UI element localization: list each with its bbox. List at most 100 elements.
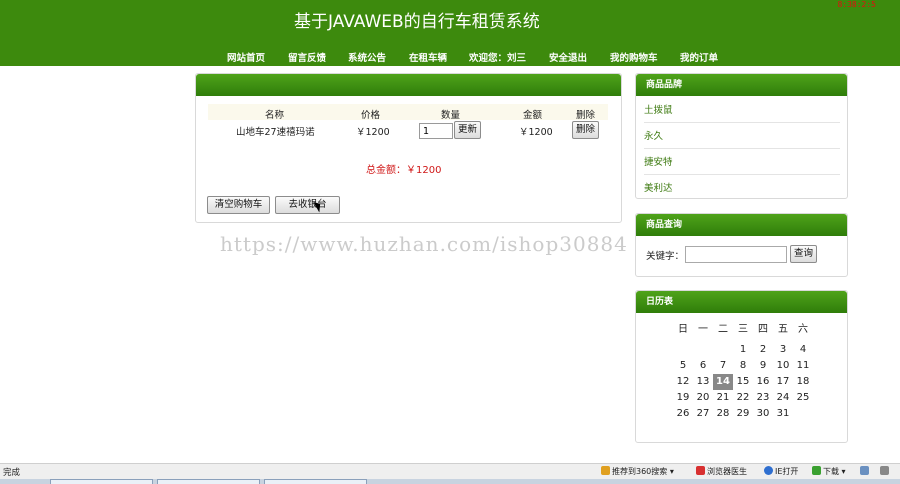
taskbar-button[interactable] <box>157 479 260 484</box>
site-header: 基于JAVAWEB的自行车租赁系统 8:38:2:5 网站首页 留言反馈 系统公… <box>0 0 900 66</box>
thumb-icon <box>601 466 610 475</box>
status-item-label: 下载 <box>823 467 839 476</box>
nav-welcome-user[interactable]: 欢迎您：刘三 <box>469 50 526 64</box>
calendar-day[interactable]: 26 <box>673 406 693 422</box>
calendar-day[interactable]: 24 <box>773 390 793 406</box>
calendar-day[interactable]: 23 <box>753 390 773 406</box>
status-item-label: 推荐到360搜索 <box>612 467 668 476</box>
status-browser-doctor[interactable]: 浏览器医生 <box>696 466 747 477</box>
clock-readout: 8:38:2:5 <box>837 0 876 9</box>
search-label: 关键字： <box>646 251 685 262</box>
calendar-weekday: 一 <box>698 324 708 335</box>
brand-link[interactable]: 美利达 <box>644 176 840 201</box>
cart-total: 总金额：￥1200 <box>366 165 442 176</box>
calendar-day[interactable]: 7 <box>713 358 733 374</box>
keyword-input[interactable] <box>685 246 787 263</box>
main-nav: 网站首页 留言反馈 系统公告 在租车辆 欢迎您：刘三 安全退出 我的购物车 我的… <box>0 50 900 64</box>
status-download[interactable]: 下载 ▾ <box>812 466 846 477</box>
search-title: 商品查询 <box>636 214 847 236</box>
calendar-day[interactable]: 8 <box>733 358 753 374</box>
nav-feedback[interactable]: 留言反馈 <box>288 50 326 64</box>
calendar-day[interactable]: 22 <box>733 390 753 406</box>
calendar-title: 日历表 <box>636 291 847 313</box>
nav-logout[interactable]: 安全退出 <box>549 50 587 64</box>
calendar-weekday: 日 <box>678 324 688 335</box>
calendar-day[interactable]: 31 <box>773 406 793 422</box>
watermark: https://www.huzhan.com/ishop30884 <box>220 232 628 256</box>
taskbar <box>0 479 900 484</box>
calendar-day[interactable]: 20 <box>693 390 713 406</box>
cart-item-qty-input[interactable] <box>419 123 453 139</box>
nav-rented-bikes[interactable]: 在租车辆 <box>409 50 447 64</box>
brand-link[interactable]: 土拨鼠 <box>644 98 840 123</box>
volume-icon <box>880 466 889 475</box>
calendar-day[interactable]: 6 <box>693 358 713 374</box>
calendar-day[interactable]: 1 <box>733 342 753 358</box>
nav-my-cart[interactable]: 我的购物车 <box>610 50 658 64</box>
calendar-day[interactable]: 10 <box>773 358 793 374</box>
site-title: 基于JAVAWEB的自行车租赁系统 <box>294 12 540 32</box>
nav-my-orders[interactable]: 我的订单 <box>680 50 718 64</box>
search-button[interactable]: 查询 <box>790 245 817 263</box>
calendar-week-row: 26 27 28 29 30 31 <box>673 406 813 422</box>
calendar-week-row: 1234 <box>673 342 813 358</box>
brand-link[interactable]: 捷安特 <box>644 150 840 175</box>
status-360-search[interactable]: 推荐到360搜索 ▾ <box>601 466 674 477</box>
calendar-day[interactable]: 3 <box>773 342 793 358</box>
col-price: 价格 <box>361 110 381 121</box>
col-delete: 删除 <box>576 110 596 121</box>
calendar-day[interactable]: 21 <box>713 390 733 406</box>
doctor-icon <box>696 466 705 475</box>
calendar-day[interactable]: 18 <box>793 374 813 390</box>
taskbar-button[interactable] <box>50 479 153 484</box>
status-ie-open[interactable]: IE打开 <box>764 466 798 477</box>
calendar-day[interactable]: 19 <box>673 390 693 406</box>
calendar-panel: 日历表 日一二三四五六 1 2 3 4 5 6 7 8 9 10 11 12 13 14 15 16 17 18 19… <box>635 290 848 443</box>
nav-announcements[interactable]: 系统公告 <box>348 50 386 64</box>
calendar-day[interactable]: 5 <box>673 358 693 374</box>
calendar-day[interactable]: 15 <box>733 374 753 390</box>
col-qty: 数量 <box>441 110 461 121</box>
calendar-day[interactable]: 9 <box>753 358 773 374</box>
calendar-weekday: 二 <box>718 324 728 335</box>
download-icon <box>812 466 821 475</box>
calendar-week-row: 12 13 14 15 16 17 18 <box>673 374 813 390</box>
calendar-week-row: 5 6 7 8 9 10 11 <box>673 358 813 374</box>
col-name: 名称 <box>265 110 285 121</box>
calendar-week-row: 19 20 21 22 23 24 25 <box>673 390 813 406</box>
calendar-weekday-row: 日一二三四五六 <box>673 322 813 338</box>
calendar-day[interactable]: 30 <box>753 406 773 422</box>
calendar-day[interactable]: 16 <box>753 374 773 390</box>
calendar-day[interactable]: 13 <box>693 374 713 390</box>
calendar-day[interactable]: 25 <box>793 390 813 406</box>
nav-home[interactable]: 网站首页 <box>227 50 265 64</box>
calendar-day[interactable]: 2 <box>753 342 773 358</box>
calendar-day[interactable]: 27 <box>693 406 713 422</box>
browser-status-bar: 完成 推荐到360搜索 ▾ 浏览器医生 IE打开 下载 ▾ <box>0 463 900 479</box>
cart-panel-header <box>196 74 621 96</box>
checkout-button[interactable]: 去收银台 <box>275 196 340 214</box>
status-item-label: IE打开 <box>775 467 799 476</box>
calendar-weekday: 五 <box>778 324 788 335</box>
delete-item-button[interactable]: 删除 <box>572 121 599 139</box>
calendar-day[interactable]: 29 <box>733 406 753 422</box>
calendar-day[interactable]: 28 <box>713 406 733 422</box>
calendar-weekday: 四 <box>758 324 768 335</box>
brands-panel: 商品品牌 土拨鼠 永久 捷安特 美利达 <box>635 73 848 199</box>
screen-icon <box>860 466 869 475</box>
taskbar-button[interactable] <box>264 479 367 484</box>
status-text: 完成 <box>3 468 21 478</box>
brand-link[interactable]: 永久 <box>644 124 840 149</box>
update-qty-button[interactable]: 更新 <box>454 121 481 139</box>
status-screen-icon[interactable] <box>860 466 871 476</box>
calendar-day[interactable]: 12 <box>673 374 693 390</box>
calendar-day[interactable]: 11 <box>793 358 813 374</box>
calendar-today[interactable]: 14 <box>713 374 733 390</box>
calendar-day[interactable]: 4 <box>793 342 813 358</box>
status-volume-icon[interactable] <box>880 466 891 476</box>
calendar-weekday: 三 <box>738 324 748 335</box>
calendar-day[interactable]: 17 <box>773 374 793 390</box>
ie-icon <box>764 466 773 475</box>
col-amount: 金额 <box>523 110 543 121</box>
clear-cart-button[interactable]: 清空购物车 <box>207 196 270 214</box>
